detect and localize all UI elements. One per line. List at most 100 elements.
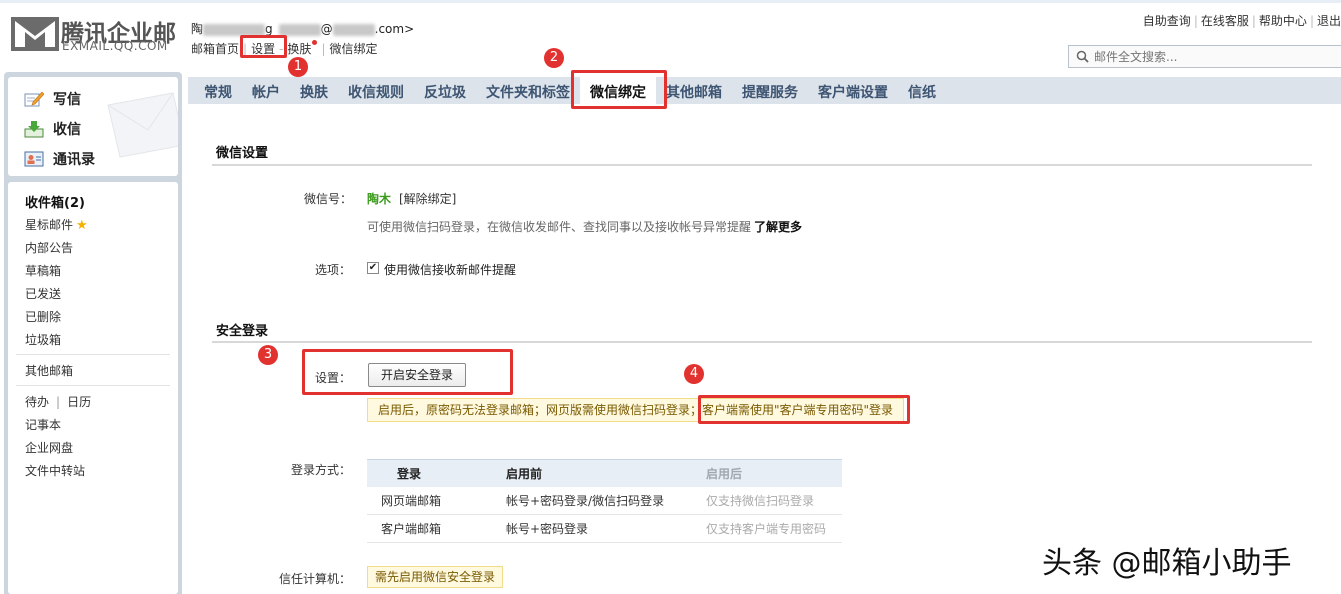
email-at: @ [320, 22, 333, 36]
table-cell: 仅支持客户端专用密码 [692, 514, 842, 543]
tab-other-mailbox[interactable]: 其他邮箱 [666, 82, 722, 102]
email-suffix: .com> [374, 22, 415, 36]
wechat-description-text: 可使用微信扫码登录，在微信收发邮件、查找同事以及接收帐号异常提醒 [367, 220, 752, 234]
folder-inbox[interactable]: 收件箱(2) [25, 192, 85, 211]
pencil-icon [24, 91, 44, 107]
tab-skin[interactable]: 换肤 [300, 82, 328, 102]
tab-client-settings[interactable]: 客户端设置 [818, 82, 888, 102]
nav-skin[interactable]: 换肤 [287, 42, 311, 56]
annotation-box-secure-button [302, 349, 513, 395]
link-self-service[interactable]: 自助查询 [1143, 14, 1191, 28]
email-redacted [203, 23, 266, 36]
table-row: 客户端邮箱 帐号+密码登录 仅支持客户端专用密码 [367, 514, 842, 543]
wechat-notify-checkbox[interactable]: ✔ [367, 262, 379, 274]
contacts-label: 通讯录 [53, 152, 95, 168]
nav-mail-home[interactable]: 邮箱首页 [191, 42, 239, 56]
tab-folders-labels[interactable]: 文件夹和标签 [486, 82, 570, 102]
sidebar: 写信 收信 通讯录 收件箱(2) 星标邮件★ 内部公告 草稿箱 已发送 已删除 [4, 72, 182, 594]
table-header: 启用后 [692, 459, 842, 487]
trusted-computer-status: 需先启用微信安全登录 [367, 566, 504, 588]
tab-reminder[interactable]: 提醒服务 [742, 82, 798, 102]
watermark: 头条 @邮箱小助手 [1042, 546, 1292, 581]
link-online-support[interactable]: 在线客服 [1201, 14, 1249, 28]
link-separator: | [1193, 14, 1198, 28]
link-separator: | [1309, 14, 1314, 28]
compose-label: 写信 [53, 92, 81, 108]
section-divider [212, 341, 1312, 343]
folder-deleted[interactable]: 已删除 [25, 308, 61, 325]
annotation-box-settings [240, 35, 287, 58]
app-file-transfer[interactable]: 文件中转站 [25, 462, 85, 479]
app-netdisk[interactable]: 企业网盘 [25, 439, 73, 456]
tab-receive-rules[interactable]: 收信规则 [348, 82, 404, 102]
logo-envelope-icon [11, 17, 59, 51]
settings-tabbar: 常规 帐户 换肤 收信规则 反垃圾 文件夹和标签 微信绑定 其他邮箱 提醒服务 … [188, 77, 1341, 104]
tab-stationery[interactable]: 信纸 [908, 82, 936, 102]
email-redacted [278, 23, 321, 36]
app-notepad[interactable]: 记事本 [25, 416, 61, 433]
compose-button[interactable]: 写信 [24, 88, 81, 110]
folder-spam[interactable]: 垃圾箱 [25, 331, 61, 348]
search-icon[interactable] [1076, 50, 1089, 63]
folder-announcements[interactable]: 内部公告 [25, 239, 73, 256]
wechat-notify-text[interactable]: 使用微信接收新邮件提醒 [384, 261, 516, 278]
link-logout[interactable]: 退出 [1317, 14, 1341, 28]
star-icon: ★ [76, 218, 88, 233]
table-header: 启用前 [492, 459, 692, 487]
header: 腾讯企业邮 EXMAIL.QQ.COM 陶 g_ @ .com> 邮箱首页 | 设置 - 换肤… [0, 0, 1341, 72]
folder-starred[interactable]: 星标邮件 ★ [25, 216, 88, 233]
user-email: 陶 g_ @ .com> [191, 20, 414, 37]
learn-more-link[interactable]: 了解更多 [754, 220, 802, 234]
folder-divider [16, 354, 170, 355]
folder-other-mailbox[interactable]: 其他邮箱 [25, 362, 73, 379]
table-cell: 仅支持微信扫码登录 [692, 486, 842, 515]
table-row: 网页端邮箱 帐号+密码登录/微信扫码登录 仅支持微信扫码登录 [367, 486, 842, 515]
compose-panel: 写信 收信 通讯录 [8, 77, 178, 176]
tab-account[interactable]: 帐户 [252, 82, 280, 102]
logo[interactable]: 腾讯企业邮 EXMAIL.QQ.COM [11, 14, 181, 54]
email-redacted [332, 23, 375, 36]
search-input[interactable] [1094, 48, 1334, 65]
nav-wechat-bind[interactable]: 微信绑定 [329, 42, 377, 56]
login-mode-table: 登录 启用前 启用后 网页端邮箱 帐号+密码登录/微信扫码登录 仅支持微信扫码登… [367, 459, 842, 543]
calendar-link[interactable]: 日历 [67, 395, 91, 409]
table-cell: 客户端邮箱 [367, 514, 492, 543]
inbox-download-icon [24, 121, 44, 138]
annotation-box-wechat-tab [571, 70, 667, 109]
trusted-computer-label: 信任计算机： [279, 572, 352, 586]
tab-general[interactable]: 常规 [204, 82, 232, 102]
receive-button[interactable]: 收信 [24, 118, 81, 140]
folder-sent[interactable]: 已发送 [25, 285, 61, 302]
link-help-center[interactable]: 帮助中心 [1259, 14, 1307, 28]
login-mode-label: 登录方式： [291, 463, 352, 477]
folder-drafts[interactable]: 草稿箱 [25, 262, 61, 279]
table-cell: 帐号+密码登录 [492, 514, 692, 543]
link-separator: | [1251, 14, 1256, 28]
table-cell: 网页端邮箱 [367, 486, 492, 515]
link-separator: | [56, 395, 61, 409]
table-header-row: 登录 启用前 启用后 [367, 459, 842, 487]
section-title-wechat: 微信设置 [216, 146, 269, 161]
section-divider [212, 164, 1312, 166]
search-box[interactable] [1068, 45, 1341, 68]
table-header: 登录 [367, 459, 492, 487]
wechat-id-label: 微信号： [304, 192, 353, 206]
table-cell: 帐号+密码登录/微信扫码登录 [492, 486, 692, 515]
option-label: 选项： [315, 263, 352, 277]
wechat-description: 可使用微信扫码登录，在微信收发邮件、查找同事以及接收帐号异常提醒 了解更多 [367, 218, 802, 235]
annotation-number: 1 [288, 57, 308, 77]
top-links: 自助查询 | 在线客服 | 帮助中心 | 退出 [1143, 12, 1341, 29]
folder-starred-label: 星标邮件 [25, 218, 74, 232]
unbind-link[interactable]: [解除绑定] [399, 190, 456, 207]
folder-divider [16, 385, 170, 386]
annotation-number: 4 [684, 364, 704, 384]
tab-anti-spam[interactable]: 反垃圾 [424, 82, 466, 102]
todo-link[interactable]: 待办 [25, 395, 49, 409]
contacts-button[interactable]: 通讯录 [24, 148, 95, 170]
annotation-box-client-password [698, 395, 910, 424]
nav-separator: | [321, 42, 326, 56]
new-badge-dot [312, 40, 318, 45]
annotation-number: 2 [544, 48, 564, 68]
folders-panel: 收件箱(2) 星标邮件 ★ 内部公告 草稿箱 已发送 已删除 垃圾箱 其他邮箱 待… [8, 182, 178, 594]
email-prefix: 陶 [191, 22, 204, 36]
